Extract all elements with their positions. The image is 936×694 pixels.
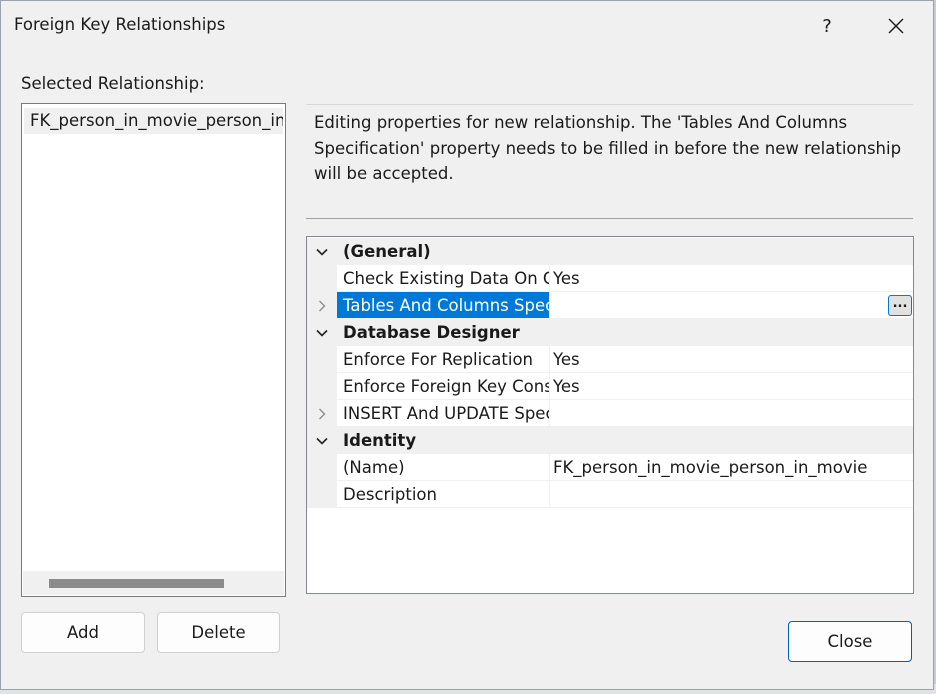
- category-label: Identity: [343, 431, 417, 450]
- property-name[interactable]: Enforce Foreign Key Constraint: [337, 373, 549, 400]
- property-row[interactable]: Check Existing Data On Creation Or Re-En…: [307, 265, 913, 292]
- property-name[interactable]: Description: [337, 481, 549, 508]
- ellipsis-button[interactable]: ...: [888, 295, 912, 316]
- chevron-right-icon[interactable]: [316, 300, 328, 312]
- property-row[interactable]: Description: [307, 481, 913, 508]
- property-value[interactable]: [549, 400, 913, 427]
- chevron-down-icon[interactable]: [316, 435, 328, 447]
- row-margin: [307, 265, 337, 292]
- property-row[interactable]: INSERT And UPDATE Specification: [307, 400, 913, 427]
- title-bar: Foreign Key Relationships ?: [1, 1, 933, 51]
- description-panel: Editing properties for new relationship.…: [306, 104, 913, 219]
- category-label: (General): [343, 242, 431, 261]
- delete-button[interactable]: Delete: [157, 612, 280, 653]
- chevron-down-icon[interactable]: [316, 246, 328, 258]
- category-label: Database Designer: [343, 323, 520, 342]
- description-text: Editing properties for new relationship.…: [314, 113, 902, 183]
- row-margin: [307, 454, 337, 481]
- chevron-right-icon[interactable]: [316, 408, 328, 420]
- property-value[interactable]: FK_person_in_movie_person_in_movie: [549, 454, 913, 481]
- add-button[interactable]: Add: [21, 612, 145, 653]
- property-name[interactable]: Enforce For Replication: [337, 346, 549, 373]
- property-row[interactable]: Tables And Columns Specification...: [307, 292, 913, 319]
- close-x-icon: [888, 18, 904, 34]
- row-margin: [307, 292, 337, 319]
- horizontal-scrollbar[interactable]: [23, 571, 284, 595]
- property-name[interactable]: (Name): [337, 454, 549, 481]
- property-value[interactable]: Yes: [549, 346, 913, 373]
- property-row[interactable]: (Name) FK_person_in_movie_person_in_movie: [307, 454, 913, 481]
- list-item[interactable]: FK_person_in_movie_person_in_movie: [24, 108, 283, 134]
- category-row[interactable]: Identity: [307, 427, 913, 454]
- row-margin: [307, 373, 337, 400]
- row-margin: [307, 346, 337, 373]
- scrollbar-thumb[interactable]: [49, 579, 224, 588]
- help-button[interactable]: ?: [807, 9, 847, 43]
- row-margin: [307, 400, 337, 427]
- selected-relationship-label: Selected Relationship:: [21, 74, 205, 93]
- chevron-down-icon[interactable]: [316, 327, 328, 339]
- property-name[interactable]: INSERT And UPDATE Specification: [337, 400, 549, 427]
- property-row[interactable]: Enforce Foreign Key ConstraintYes: [307, 373, 913, 400]
- close-button[interactable]: Close: [788, 621, 912, 662]
- property-name[interactable]: Tables And Columns Specification: [337, 292, 549, 319]
- property-value[interactable]: [549, 481, 913, 508]
- property-grid[interactable]: (General) Check Existing Data On Creation…: [306, 236, 914, 594]
- property-value[interactable]: [549, 292, 913, 319]
- close-window-button[interactable]: [873, 9, 919, 43]
- foreign-key-relationships-dialog: Foreign Key Relationships ? Selected Rel…: [0, 0, 934, 690]
- property-value[interactable]: Yes: [549, 265, 913, 292]
- property-value[interactable]: Yes: [549, 373, 913, 400]
- property-name[interactable]: Check Existing Data On Creation Or Re-En…: [337, 265, 549, 292]
- dialog-title: Foreign Key Relationships: [14, 15, 226, 34]
- category-row[interactable]: Database Designer: [307, 319, 913, 346]
- property-row[interactable]: Enforce For Replication Yes: [307, 346, 913, 373]
- category-row[interactable]: (General): [307, 238, 913, 265]
- row-margin: [307, 481, 337, 508]
- relationship-list[interactable]: FK_person_in_movie_person_in_movie: [21, 103, 286, 597]
